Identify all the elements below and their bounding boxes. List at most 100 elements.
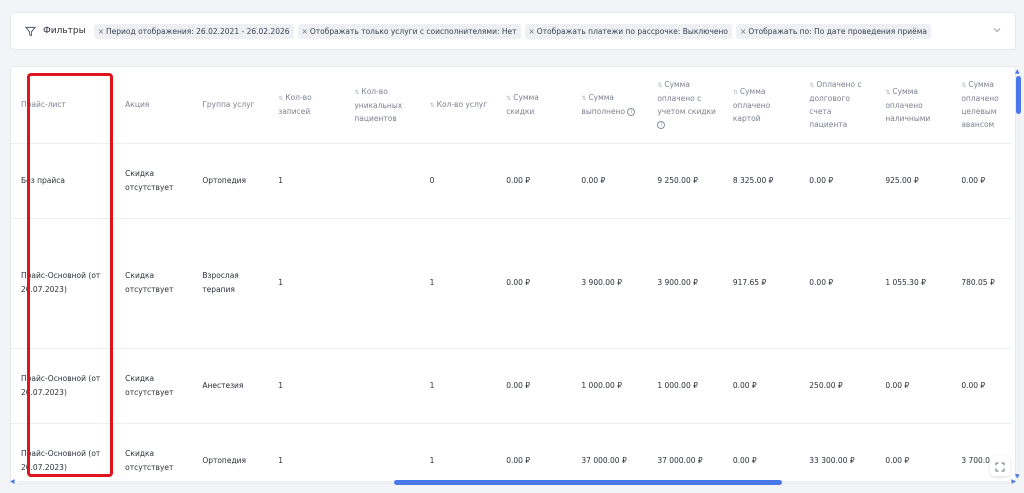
vertical-scroll-track[interactable] xyxy=(1017,76,1021,472)
column-header-label: Сумма оплачено картой xyxy=(732,86,771,123)
filter-chip-label: Период отображения: 26.02.2021 - 26.02.2… xyxy=(106,26,290,36)
table-cell: 37 000.00 ₽ xyxy=(571,423,648,477)
column-header[interactable]: Группа услуг xyxy=(192,67,269,144)
table-cell: 37 000.00 ₽ xyxy=(647,423,723,477)
column-header-label: Кол-во уникальных пациентов xyxy=(354,86,403,123)
table-cell: 0.00 ₽ xyxy=(875,423,952,477)
close-icon[interactable]: × xyxy=(98,27,104,36)
column-header-label: Группа услуг xyxy=(202,100,255,110)
sort-icon[interactable]: ⇅ xyxy=(657,82,662,89)
sort-icon[interactable]: ⇅ xyxy=(278,95,283,102)
filter-chip-label: Отображать только услуги с соисполнителя… xyxy=(309,26,517,36)
column-header[interactable]: ⇅ Сумма выполнено i xyxy=(571,67,648,144)
table-cell: Прайс-Основной (от 20.07.2023) xyxy=(11,218,116,349)
close-icon[interactable]: × xyxy=(529,27,535,36)
column-header-label: Сумма оплачено целевым авансом xyxy=(961,80,999,130)
table-cell: Ортопедия xyxy=(192,423,269,477)
table-cell: 0 xyxy=(419,143,497,219)
column-header[interactable]: ⇅ Оплачено с долгового счета пациента xyxy=(799,67,876,144)
table-cell: Взрослая терапия xyxy=(192,218,269,349)
table-cell: 0.00 ₽ xyxy=(722,423,800,477)
sort-icon[interactable]: ⇅ xyxy=(809,82,814,89)
report-table-card: Прайс-лист Акция Группа услуг ⇅ Кол-во запис… xyxy=(10,66,1016,484)
close-icon[interactable]: × xyxy=(740,27,746,36)
vertical-scroll-thumb[interactable] xyxy=(1016,76,1021,114)
table-cell: 250.00 ₽ xyxy=(799,348,876,424)
table-cell xyxy=(344,348,420,424)
sort-icon[interactable]: ⇅ xyxy=(885,89,890,96)
sort-icon[interactable]: ⇅ xyxy=(581,95,586,102)
sort-icon[interactable]: ⇅ xyxy=(354,89,359,96)
table-cell: 0.00 ₽ xyxy=(496,143,572,219)
table-row[interactable]: Прайс-Основной (от 20.07.2023) Скидка отс… xyxy=(11,348,1011,424)
chevron-down-icon[interactable] xyxy=(993,26,1001,35)
table-cell: 1 xyxy=(268,348,345,424)
horizontal-scroll-thumb[interactable] xyxy=(394,480,782,485)
sort-icon[interactable]: ⇅ xyxy=(506,95,511,102)
table-cell: 1 xyxy=(268,423,345,477)
table-cell: 925.00 ₽ xyxy=(875,143,952,219)
fullscreen-button[interactable] xyxy=(990,456,1010,476)
column-header[interactable]: ⇅ Сумма оплачено наличными xyxy=(875,67,952,144)
column-header-label: Сумма оплачено наличными xyxy=(885,86,931,123)
table-cell: 0.00 ₽ xyxy=(951,143,1011,219)
column-header[interactable]: ⇅ Сумма скидки xyxy=(496,67,572,144)
scroll-left-icon[interactable]: ◀ xyxy=(10,478,15,485)
table-cell: 0.00 ₽ xyxy=(799,143,876,219)
report-table-scroll[interactable]: Прайс-лист Акция Группа услуг ⇅ Кол-во запис… xyxy=(11,67,1011,477)
table-cell: 1 xyxy=(268,143,345,219)
filter-chip[interactable]: × Отображать по: По дате проведения приём… xyxy=(736,23,932,39)
table-cell: Прайс-Основной (от 20.07.2023) xyxy=(11,423,116,477)
info-icon[interactable]: i xyxy=(627,108,636,117)
table-cell: 0.00 ₽ xyxy=(799,218,876,349)
table-cell xyxy=(344,423,420,477)
table-cell xyxy=(344,218,420,349)
table-cell: 1 xyxy=(419,218,497,349)
column-header-label: Сумма оплачено с учетом скидки xyxy=(657,80,716,117)
filter-chip-label: Отображать платежи по рассрочке: Выключе… xyxy=(536,26,729,36)
table-cell: 0.00 ₽ xyxy=(496,218,572,349)
column-header[interactable]: ⇅ Сумма оплачено с учетом скидки i xyxy=(647,67,723,144)
vertical-scrollbar[interactable]: ▲ ▼ xyxy=(1014,68,1023,480)
filter-chip-label: Отображать по: По дате проведения приёма xyxy=(748,26,928,36)
table-cell: 33 300.00 ₽ xyxy=(799,423,876,477)
sort-icon[interactable]: ⇅ xyxy=(961,82,966,89)
filter-chip[interactable]: × Период отображения: 26.02.2021 - 26.02.… xyxy=(93,23,294,39)
close-icon[interactable]: × xyxy=(302,27,308,36)
column-header-label: Оплачено с долгового счета пациента xyxy=(809,80,862,130)
column-header[interactable]: Прайс-лист xyxy=(11,67,116,144)
table-cell: 9 250.00 ₽ xyxy=(647,143,723,219)
filter-chip[interactable]: × Отображать только услуги с соисполнител… xyxy=(297,23,521,39)
column-header-label: Сумма выполнено xyxy=(581,93,626,117)
sort-icon[interactable]: ⇅ xyxy=(430,102,435,109)
column-header-label: Сумма скидки xyxy=(506,93,539,117)
column-header[interactable]: ⇅ Кол-во услуг xyxy=(419,67,497,144)
table-cell: 3 900.00 ₽ xyxy=(571,218,648,349)
table-cell: Скидка отсутствует xyxy=(115,348,193,424)
filter-bar[interactable]: Фильтры × Период отображения: 26.02.2021 … xyxy=(10,12,1016,50)
table-cell: 0.00 ₽ xyxy=(571,143,648,219)
table-row[interactable]: Прайс-Основной (от 20.07.2023) Скидка отс… xyxy=(11,218,1011,349)
table-cell: Без прайса xyxy=(11,143,116,219)
table-row[interactable]: Прайс-Основной (от 20.07.2023) Скидка отс… xyxy=(11,423,1011,477)
sort-icon[interactable]: ⇅ xyxy=(733,89,738,96)
table-cell: Скидка отсутствует xyxy=(115,218,193,349)
column-header[interactable]: ⇅ Сумма оплачено целевым авансом xyxy=(951,67,1011,144)
filters-title: Фильтры xyxy=(43,26,86,36)
fullscreen-icon xyxy=(995,457,1005,476)
column-header[interactable]: ⇅ Сумма оплачено картой xyxy=(722,67,800,144)
table-cell: 3 900.00 ₽ xyxy=(647,218,723,349)
table-cell: Ортопедия xyxy=(192,143,269,219)
table-row[interactable]: Без прайса Скидка отсутствует Ортопедия 1 0 0… xyxy=(11,143,1011,219)
info-icon[interactable]: i xyxy=(657,121,666,130)
horizontal-scrollbar[interactable]: ◀ ▶ xyxy=(10,478,1016,487)
table-cell: 1 000.00 ₽ xyxy=(647,348,723,424)
filter-chips: × Период отображения: 26.02.2021 - 26.02.… xyxy=(93,23,935,39)
column-header-label: Акция xyxy=(125,100,150,110)
filter-chip[interactable]: × Отображать платежи по рассрочке: Выключ… xyxy=(524,23,733,39)
column-header[interactable]: ⇅ Кол-во уникальных пациентов xyxy=(344,67,420,144)
scroll-right-icon[interactable]: ▶ xyxy=(1011,478,1016,485)
column-header[interactable]: ⇅ Кол-во записей xyxy=(268,67,345,144)
column-header[interactable]: Акция xyxy=(115,67,193,144)
scroll-up-icon[interactable]: ▲ xyxy=(1015,68,1020,75)
